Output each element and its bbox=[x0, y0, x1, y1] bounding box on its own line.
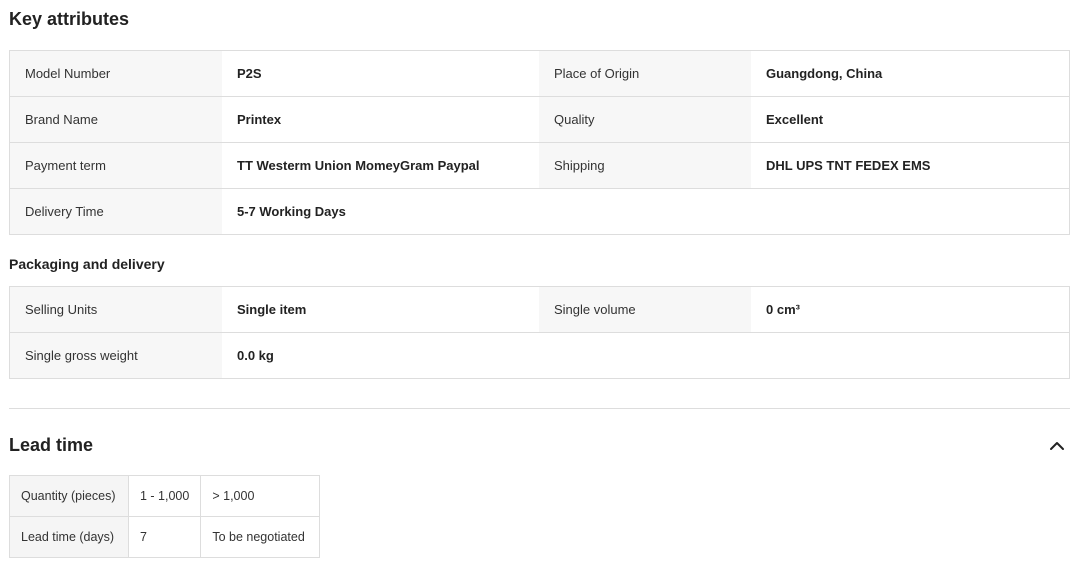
empty-cell bbox=[539, 333, 1069, 378]
attribute-row: Payment term TT Westerm Union MomeyGram … bbox=[10, 143, 1069, 189]
attribute-row: Model Number P2S Place of Origin Guangdo… bbox=[10, 51, 1069, 97]
empty-cell bbox=[539, 189, 1069, 234]
attribute-row: Selling Units Single item Single volume … bbox=[10, 287, 1069, 333]
attribute-value: 5-7 Working Days bbox=[222, 189, 539, 234]
attribute-label: Quality bbox=[539, 97, 751, 142]
table-row: Quantity (pieces) 1 - 1,000 > 1,000 bbox=[9, 475, 321, 517]
chevron-up-icon[interactable] bbox=[1048, 438, 1066, 452]
attribute-value: Printex bbox=[222, 97, 539, 142]
lead-time-cell: To be negotiated bbox=[200, 516, 321, 558]
lead-time-cell: 7 bbox=[127, 516, 202, 558]
table-row: Lead time (days) 7 To be negotiated bbox=[9, 516, 321, 558]
attribute-value: DHL UPS TNT FEDEX EMS bbox=[751, 143, 1069, 188]
attribute-label: Delivery Time bbox=[10, 189, 222, 234]
attribute-value: Guangdong, China bbox=[751, 51, 1069, 96]
lead-time-table: Quantity (pieces) 1 - 1,000 > 1,000 Lead… bbox=[9, 475, 321, 558]
lead-time-header: Lead time (days) bbox=[9, 516, 129, 558]
section-divider bbox=[9, 408, 1070, 409]
attribute-label: Model Number bbox=[10, 51, 222, 96]
attribute-label: Payment term bbox=[10, 143, 222, 188]
quantity-header: Quantity (pieces) bbox=[9, 475, 129, 517]
packaging-table: Selling Units Single item Single volume … bbox=[9, 286, 1070, 379]
attribute-row: Brand Name Printex Quality Excellent bbox=[10, 97, 1069, 143]
attribute-label: Single gross weight bbox=[10, 333, 222, 378]
attribute-label: Single volume bbox=[539, 287, 751, 332]
attribute-row: Delivery Time 5-7 Working Days bbox=[10, 189, 1069, 234]
attribute-label: Selling Units bbox=[10, 287, 222, 332]
attribute-value: TT Westerm Union MomeyGram Paypal bbox=[222, 143, 539, 188]
attribute-value: 0.0 kg bbox=[222, 333, 539, 378]
key-attributes-title: Key attributes bbox=[9, 9, 130, 29]
attribute-value: Single item bbox=[222, 287, 539, 332]
attribute-label: Shipping bbox=[539, 143, 751, 188]
attribute-label: Brand Name bbox=[10, 97, 222, 142]
quantity-cell: 1 - 1,000 bbox=[127, 475, 202, 517]
key-attributes-table: Model Number P2S Place of Origin Guangdo… bbox=[9, 50, 1070, 235]
lead-time-title: Lead time bbox=[9, 435, 94, 455]
attribute-row: Single gross weight 0.0 kg bbox=[10, 333, 1069, 378]
attribute-value: Excellent bbox=[751, 97, 1069, 142]
quantity-cell: > 1,000 bbox=[200, 475, 321, 517]
attribute-label: Place of Origin bbox=[539, 51, 751, 96]
packaging-title: Packaging and delivery bbox=[9, 256, 165, 272]
attribute-value: P2S bbox=[222, 51, 539, 96]
attribute-value: 0 cm³ bbox=[751, 287, 1069, 332]
